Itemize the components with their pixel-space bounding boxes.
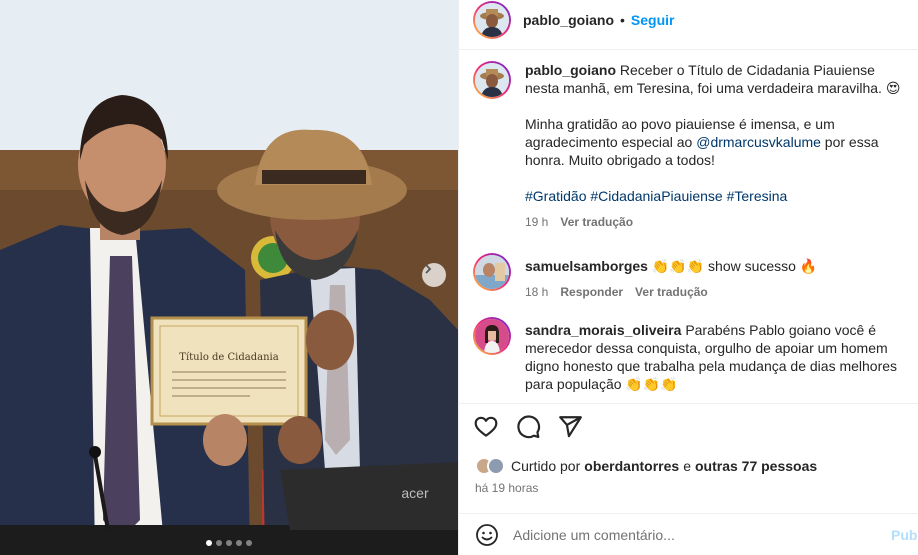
mention-link[interactable]: @drmarcusvkalume (696, 134, 821, 150)
hashtags[interactable]: #Gratidão #CidadaniaPiauiense #Teresina (525, 187, 913, 205)
chevron-right-icon (425, 264, 432, 274)
comment-input[interactable] (513, 526, 873, 543)
caption-translate-button[interactable]: Ver tradução (560, 213, 633, 231)
certificate-title: Título de Cidadania (179, 352, 278, 363)
carousel-dot (246, 540, 252, 546)
comment-username[interactable]: sandra_morais_oliveira (525, 322, 681, 338)
liker-username[interactable]: oberdantorres (584, 458, 679, 474)
caption-avatar[interactable] (473, 61, 511, 99)
post-header: pablo_goiano • Seguir (459, 0, 918, 40)
caption-time: 19 h (525, 215, 549, 229)
post-timestamp: há 19 horas (475, 481, 539, 495)
comment-icon[interactable] (515, 414, 541, 440)
caption-meta: 19 h Ver tradução (525, 213, 913, 231)
separator-dot: • (620, 12, 625, 28)
add-comment-bar: Publicar (459, 514, 918, 555)
reply-button[interactable]: Responder (560, 283, 623, 301)
likes-prefix: Curtido por (511, 458, 581, 474)
avatar-image (475, 319, 509, 353)
comment-time: 18 h (525, 285, 549, 299)
emoji-icon[interactable] (475, 523, 499, 547)
carousel-dot (206, 540, 212, 546)
comment-meta: 18 h Responder Ver tradução (525, 283, 913, 301)
comment-translate-button[interactable]: Ver tradução (635, 283, 708, 301)
post-details-panel: pablo_goiano • Seguir pablo_goiano Receb… (458, 0, 918, 555)
comment-username[interactable]: samuelsamborges (525, 258, 648, 274)
carousel-dot (226, 540, 232, 546)
likes-others-link[interactable]: outras 77 pessoas (695, 458, 817, 474)
avatar-image (475, 255, 509, 289)
commenter-avatar[interactable] (473, 253, 511, 291)
author-username[interactable]: pablo_goiano (523, 12, 614, 28)
carousel-next-button[interactable] (422, 263, 446, 287)
laptop-brand: acer (401, 485, 429, 501)
follow-button[interactable]: Seguir (631, 12, 675, 28)
liker-avatars (475, 457, 505, 475)
comment-item: samuelsamborges 👏👏👏 show sucesso 🔥 18 h … (473, 253, 913, 301)
post-photo: Título de Cidadania acer (0, 0, 458, 555)
comments-list[interactable]: pablo_goiano Receber o Título de Cidadan… (459, 50, 918, 402)
ceremony-photo: Título de Cidadania acer (0, 0, 458, 555)
caption: pablo_goiano Receber o Título de Cidadan… (473, 61, 913, 231)
comment-item: sandra_morais_oliveira Parabéns Pablo go… (473, 317, 913, 393)
post-actions (473, 414, 583, 440)
carousel-dot (216, 540, 222, 546)
carousel-indicator (0, 540, 458, 546)
likes-summary: Curtido por oberdantorres e outras 77 pe… (475, 457, 817, 475)
actions-divider (459, 403, 918, 404)
publish-button[interactable]: Publicar (891, 527, 918, 543)
avatar-image (475, 63, 509, 97)
likes-connector: e (683, 458, 691, 474)
carousel-dot (236, 540, 242, 546)
commenter-avatar[interactable] (473, 317, 511, 355)
liker-avatar[interactable] (487, 457, 505, 475)
comment-text: 👏👏👏 show sucesso 🔥 (651, 258, 818, 274)
share-icon[interactable] (557, 414, 583, 440)
caption-username[interactable]: pablo_goiano (525, 62, 616, 78)
avatar-image (475, 3, 509, 37)
heart-icon[interactable] (473, 414, 499, 440)
author-avatar[interactable] (473, 1, 511, 39)
